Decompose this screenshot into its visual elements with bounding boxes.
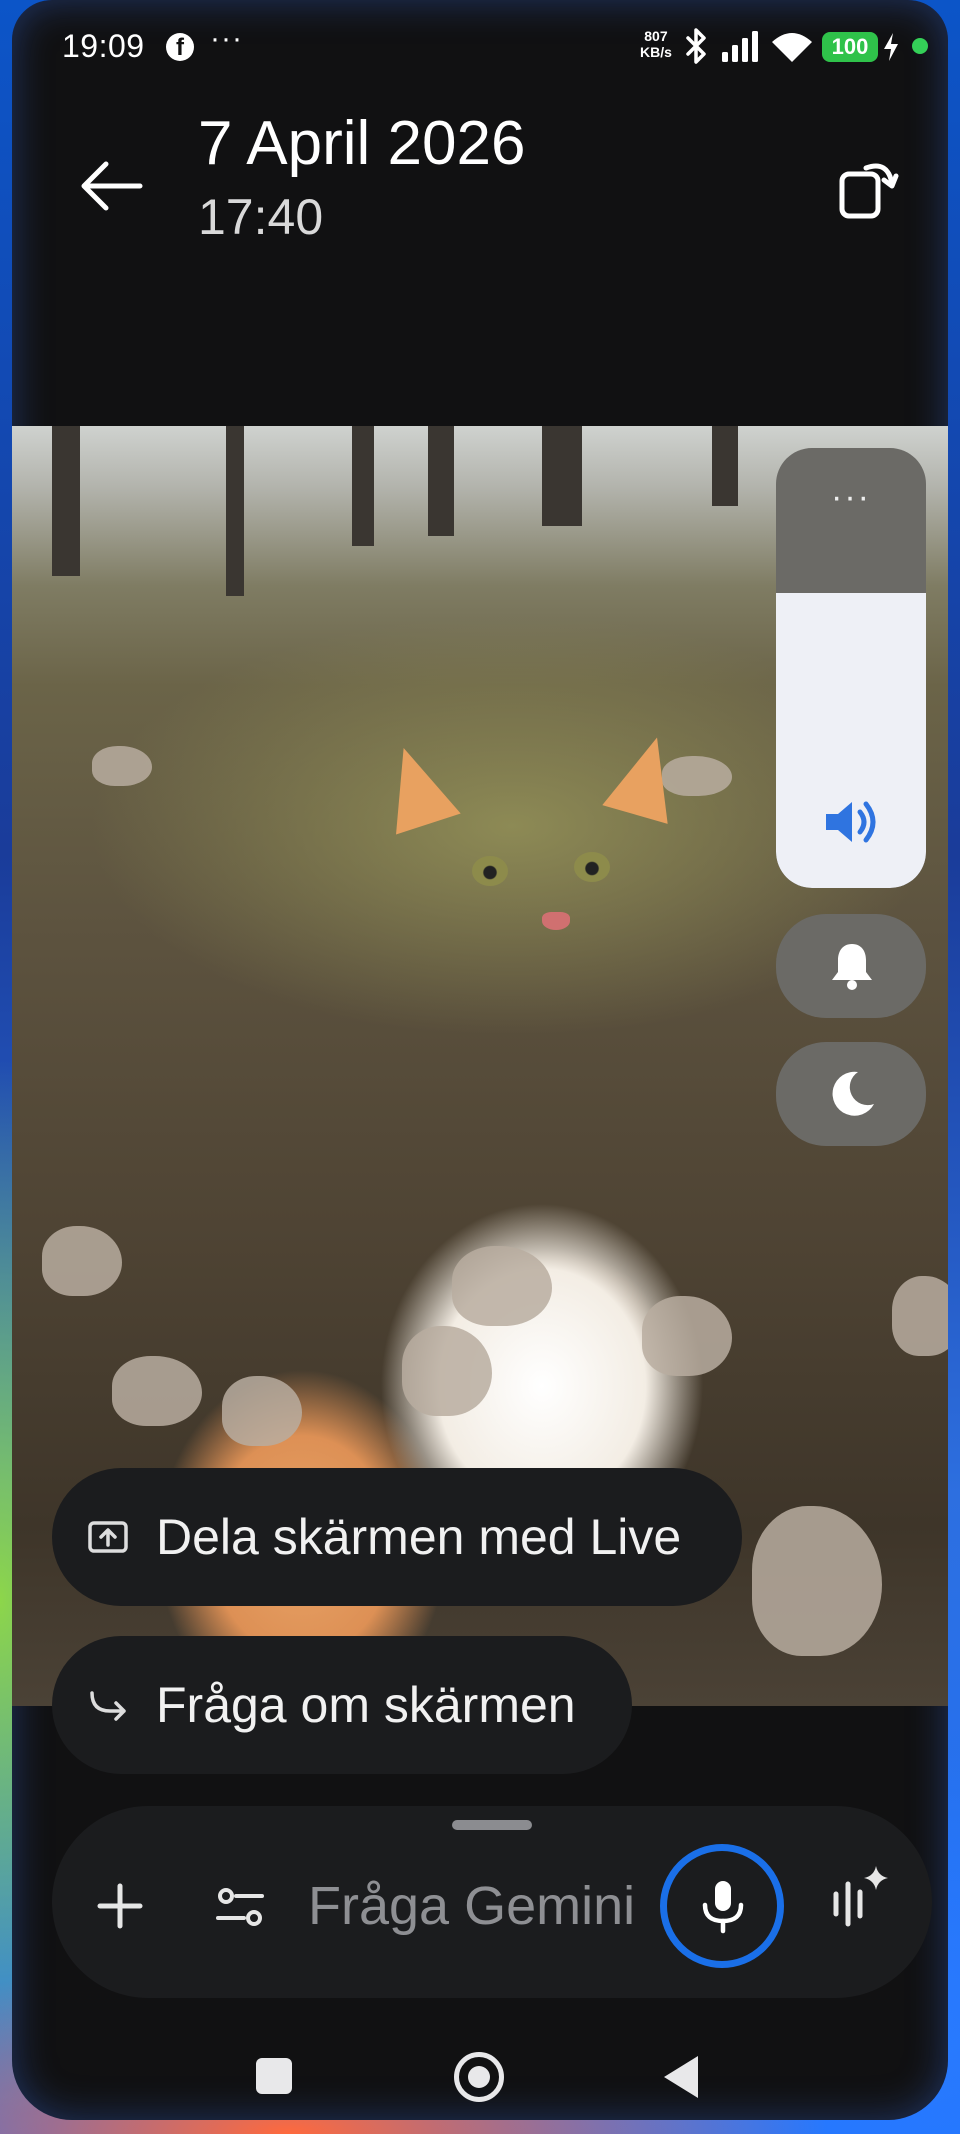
share-screen-live-chip[interactable]: Dela skärmen med Live <box>52 1468 742 1606</box>
wifi-icon <box>772 33 812 62</box>
recents-button[interactable] <box>256 2058 292 2094</box>
cat-nose <box>542 912 570 930</box>
screen: 7 April 2026 17:40 ··· Dela skärmen med … <box>12 0 948 2120</box>
ask-gemini-input[interactable] <box>308 1866 658 1946</box>
microphone-button[interactable] <box>660 1844 784 1968</box>
status-bar: 19:09 f ··· 807 KB/s 100 <box>0 0 960 96</box>
more-notifications-icon: ··· <box>210 22 243 55</box>
cat-ear <box>371 737 461 835</box>
drag-handle[interactable] <box>452 1820 532 1830</box>
leaf <box>642 1296 732 1376</box>
page-subtitle: 17:40 <box>198 189 324 245</box>
bluetooth-icon <box>686 28 706 64</box>
plus-icon <box>97 1883 143 1929</box>
forward-arrow-icon <box>90 1691 126 1721</box>
leaf <box>222 1376 302 1446</box>
tree-trunk <box>52 426 80 576</box>
tree-trunk <box>226 426 244 596</box>
leaf <box>402 1326 492 1416</box>
leaf <box>112 1356 202 1426</box>
charging-icon <box>884 33 898 61</box>
ask-about-screen-chip[interactable]: Fråga om skärmen <box>52 1636 632 1774</box>
home-button[interactable] <box>454 2052 504 2102</box>
gemini-live-icon <box>833 1866 888 1927</box>
share-screen-live-label: Dela skärmen med Live <box>156 1509 682 1565</box>
tools-icon <box>216 1888 264 1926</box>
cat-eye <box>574 852 610 882</box>
leaf <box>892 1276 948 1356</box>
screen-share-icon <box>88 1521 128 1553</box>
speaker-icon <box>826 801 876 843</box>
nav-back-button[interactable] <box>664 2056 698 2098</box>
network-speed-unit: KB/s <box>640 44 672 60</box>
bell-icon <box>832 944 872 990</box>
do-not-disturb-button[interactable] <box>776 1042 926 1146</box>
cat-eye <box>472 856 508 886</box>
rotate-screen-button[interactable] <box>832 150 904 222</box>
status-time: 19:09 <box>62 28 145 64</box>
cat-ear <box>602 728 690 824</box>
network-speed: 807 KB/s <box>640 28 672 60</box>
leaf <box>42 1226 122 1296</box>
leaf <box>92 746 152 786</box>
ask-about-screen-label: Fråga om skärmen <box>156 1677 576 1733</box>
ring-mode-button[interactable] <box>776 914 926 1018</box>
privacy-indicator <box>912 38 928 54</box>
page-title: 7 April 2026 <box>198 109 526 178</box>
network-speed-value: 807 <box>644 28 668 44</box>
rotate-screen-icon <box>839 163 899 219</box>
tools-button[interactable] <box>200 1866 280 1946</box>
leaf <box>452 1246 552 1326</box>
gemini-live-button[interactable] <box>818 1856 898 1946</box>
gemini-input-bar <box>52 1806 932 1998</box>
back-button[interactable] <box>76 150 148 222</box>
facebook-icon: f <box>166 33 194 61</box>
add-button[interactable] <box>80 1866 160 1946</box>
tree-trunk <box>542 426 582 526</box>
moon-icon <box>832 1071 874 1116</box>
tree-trunk <box>428 426 454 536</box>
microphone-icon <box>702 1881 744 1934</box>
volume-slider[interactable]: ··· <box>776 448 926 888</box>
volume-more-button[interactable]: ··· <box>776 478 926 517</box>
battery-icon: 100 <box>822 32 878 62</box>
tree-trunk <box>712 426 738 506</box>
leaf <box>752 1506 882 1656</box>
arrow-back-icon <box>81 161 143 211</box>
tree-trunk <box>352 426 374 546</box>
signal-icon <box>722 31 758 62</box>
